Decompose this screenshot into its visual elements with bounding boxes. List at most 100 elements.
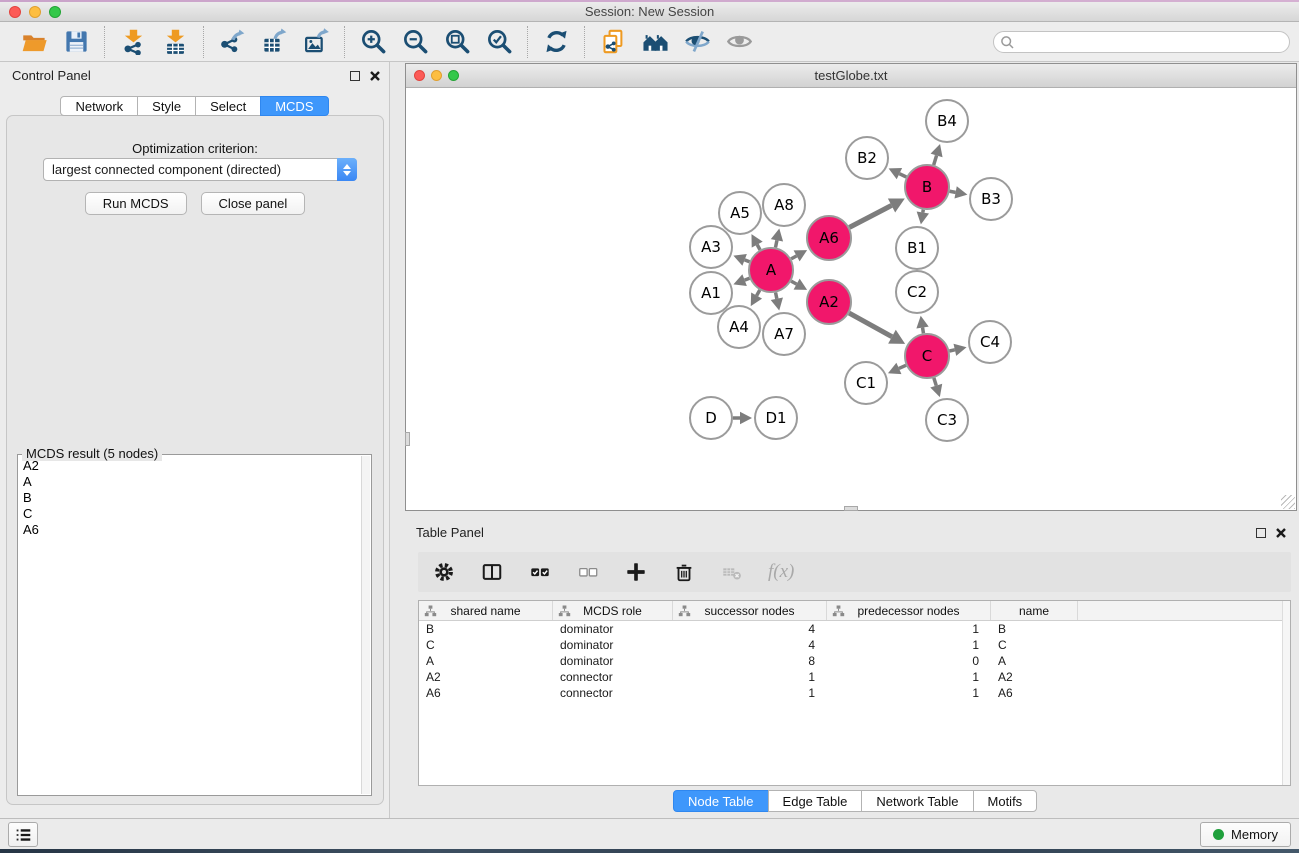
cell-mcds-role[interactable]: dominator xyxy=(553,621,673,637)
graph-node-A2[interactable]: A2 xyxy=(807,280,851,324)
graph-edge-C-C1[interactable] xyxy=(888,363,906,374)
zoom-fit-icon[interactable] xyxy=(442,27,472,57)
select-all-columns-icon[interactable] xyxy=(528,560,552,584)
cell-mcds-role[interactable]: dominator xyxy=(553,637,673,653)
network-canvas[interactable]: B4B2BB3A8A5A6A3B1AA1C2A2A4A7CC4C1C3DD1 xyxy=(406,88,1296,510)
column-header-name[interactable]: name xyxy=(991,601,1078,620)
graph-edge-D-D1[interactable] xyxy=(733,412,752,425)
canvas-splitter-handle-bottom[interactable] xyxy=(844,506,858,511)
graph-edge-A-A4[interactable] xyxy=(751,290,762,306)
tab-network[interactable]: Network xyxy=(60,96,138,116)
column-header-predecessor-nodes[interactable]: predecessor nodes xyxy=(827,601,991,620)
home-layout-icon[interactable] xyxy=(640,27,670,57)
cell-successor-nodes[interactable]: 1 xyxy=(673,669,827,685)
close-panel-button[interactable]: Close panel xyxy=(201,192,306,215)
tab-edge-table[interactable]: Edge Table xyxy=(768,790,863,812)
graph-edge-A-A6[interactable] xyxy=(791,250,807,261)
graph-node-B3[interactable]: B3 xyxy=(970,178,1012,220)
open-file-icon[interactable] xyxy=(19,27,49,57)
tab-select[interactable]: Select xyxy=(195,96,261,116)
cell-name[interactable]: A2 xyxy=(991,669,1078,685)
cell-name[interactable]: A xyxy=(991,653,1078,669)
graph-edge-A-A2[interactable] xyxy=(791,279,807,290)
save-session-icon[interactable] xyxy=(61,27,91,57)
delete-columns-icon[interactable] xyxy=(672,560,696,584)
column-header-shared-name[interactable]: shared name xyxy=(419,601,553,620)
cell-name[interactable]: C xyxy=(991,637,1078,653)
mcds-result-item[interactable]: B xyxy=(20,490,360,506)
refresh-view-icon[interactable] xyxy=(541,27,571,57)
search-input[interactable] xyxy=(993,31,1290,53)
cell-name[interactable]: A6 xyxy=(991,685,1078,701)
close-table-panel-icon[interactable] xyxy=(1275,527,1287,539)
cell-shared-name[interactable]: A2 xyxy=(419,669,553,685)
graph-edge-A-A5[interactable] xyxy=(751,234,762,250)
cell-shared-name[interactable]: B xyxy=(419,621,553,637)
clone-network-icon[interactable] xyxy=(598,27,628,57)
table-scrollbar[interactable] xyxy=(1282,601,1290,785)
cell-mcds-role[interactable]: connector xyxy=(553,685,673,701)
graph-edge-C-C4[interactable] xyxy=(949,344,966,356)
tab-style[interactable]: Style xyxy=(137,96,196,116)
graph-node-A4[interactable]: A4 xyxy=(718,306,760,348)
export-network-icon[interactable] xyxy=(217,27,247,57)
run-mcds-button[interactable]: Run MCDS xyxy=(85,192,187,215)
graph-edge-A-A7[interactable] xyxy=(771,293,783,311)
graph-edge-B-B4[interactable] xyxy=(931,144,943,165)
export-table-icon[interactable] xyxy=(259,27,289,57)
graph-node-A1[interactable]: A1 xyxy=(690,272,732,314)
import-network-icon[interactable] xyxy=(118,27,148,57)
graph-edge-C-C2[interactable] xyxy=(916,316,928,334)
table-row[interactable]: A2connector11A2 xyxy=(419,669,1290,685)
export-image-icon[interactable] xyxy=(301,27,331,57)
cell-predecessor-nodes[interactable]: 1 xyxy=(827,621,991,637)
result-scrollbar[interactable] xyxy=(361,456,370,794)
graph-edge-A6-B[interactable] xyxy=(849,198,904,227)
show-task-history-button[interactable] xyxy=(8,822,38,847)
cell-successor-nodes[interactable]: 8 xyxy=(673,653,827,669)
mcds-result-item[interactable]: A6 xyxy=(20,522,360,538)
column-header-mcds-role[interactable]: MCDS role xyxy=(553,601,673,620)
cell-mcds-role[interactable]: dominator xyxy=(553,653,673,669)
graph-node-A6[interactable]: A6 xyxy=(807,216,851,260)
graph-edge-C-C3[interactable] xyxy=(930,378,942,397)
float-table-panel-icon[interactable] xyxy=(1256,528,1266,538)
cell-name[interactable]: B xyxy=(991,621,1078,637)
table-row[interactable]: Bdominator41B xyxy=(419,621,1290,637)
graph-node-B1[interactable]: B1 xyxy=(896,227,938,269)
criterion-dropdown[interactable]: largest connected component (directed) xyxy=(43,158,357,181)
graph-node-A3[interactable]: A3 xyxy=(690,226,732,268)
zoom-out-icon[interactable] xyxy=(400,27,430,57)
graph-edge-A-A1[interactable] xyxy=(733,274,749,286)
float-panel-icon[interactable] xyxy=(350,71,360,81)
table-row[interactable]: Cdominator41C xyxy=(419,637,1290,653)
tab-motifs[interactable]: Motifs xyxy=(973,790,1038,812)
zoom-selected-icon[interactable] xyxy=(484,27,514,57)
graph-node-D[interactable]: D xyxy=(690,397,732,439)
cell-predecessor-nodes[interactable]: 1 xyxy=(827,685,991,701)
unselect-all-columns-icon[interactable] xyxy=(576,560,600,584)
graph-node-B4[interactable]: B4 xyxy=(926,100,968,142)
graph-node-A8[interactable]: A8 xyxy=(763,184,805,226)
import-table-icon[interactable] xyxy=(160,27,190,57)
cell-predecessor-nodes[interactable]: 1 xyxy=(827,669,991,685)
split-panel-icon[interactable] xyxy=(480,560,504,584)
tab-network-table[interactable]: Network Table xyxy=(861,790,973,812)
cell-mcds-role[interactable]: connector xyxy=(553,669,673,685)
cell-successor-nodes[interactable]: 4 xyxy=(673,621,827,637)
graph-node-C3[interactable]: C3 xyxy=(926,399,968,441)
tab-mcds[interactable]: MCDS xyxy=(260,96,328,116)
graph-node-C[interactable]: C xyxy=(905,334,949,378)
graph-node-C4[interactable]: C4 xyxy=(969,321,1011,363)
cell-predecessor-nodes[interactable]: 0 xyxy=(827,653,991,669)
canvas-splitter-handle-left[interactable] xyxy=(405,432,410,446)
graph-node-C2[interactable]: C2 xyxy=(896,271,938,313)
graph-edge-A-A8[interactable] xyxy=(771,229,783,248)
hide-panels-icon[interactable] xyxy=(682,27,712,57)
show-overview-icon[interactable] xyxy=(724,27,754,57)
table-settings-icon[interactable] xyxy=(432,560,456,584)
table-row[interactable]: A6connector11A6 xyxy=(419,685,1290,701)
graph-edge-A-A3[interactable] xyxy=(733,254,749,266)
cell-successor-nodes[interactable]: 4 xyxy=(673,637,827,653)
graph-node-B2[interactable]: B2 xyxy=(846,137,888,179)
